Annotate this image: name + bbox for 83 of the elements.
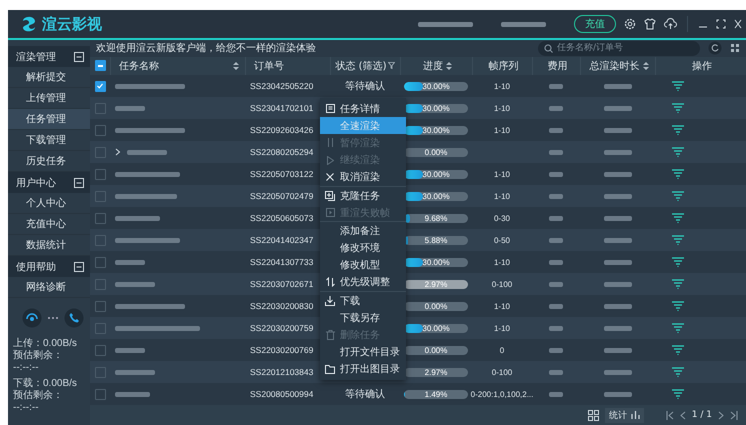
group-label: 用户中心 xyxy=(16,176,56,190)
frame-range: 0-100 xyxy=(492,368,512,376)
menu-item[interactable]: 克隆任务 xyxy=(320,186,406,204)
order-number: SS22041307733 xyxy=(250,257,314,267)
frame-range: 1-10 xyxy=(494,104,510,112)
progress-text: 30.00% xyxy=(421,258,451,266)
remaining-label: 预估剩余： xyxy=(13,350,64,362)
frame-range: 1-10 xyxy=(494,126,510,134)
status-text: 等待确认 xyxy=(345,80,385,93)
order-number: SS22050703122 xyxy=(250,169,314,179)
status-text: 等待确认 xyxy=(345,388,385,401)
order-number: SS22041402347 xyxy=(250,235,314,245)
transfer-speed: 下载：0.00B/s xyxy=(13,378,78,390)
column-header[interactable]: 费用 xyxy=(548,58,568,73)
progress-text: 0.00% xyxy=(424,148,448,156)
frame-range: 0-30 xyxy=(494,214,510,222)
column-header[interactable]: 帧序列 xyxy=(488,58,518,73)
frame-range: 1-10 xyxy=(494,302,510,310)
menu-item[interactable]: 打开文件目录 xyxy=(320,344,406,361)
sidebar-group-header[interactable]: 用户中心 xyxy=(8,172,90,193)
transfer-speed: 上传：0.00B/s xyxy=(13,338,78,350)
frame-range: 0 xyxy=(500,346,504,354)
order-number: SS22030702671 xyxy=(250,279,314,289)
progress-text: 30.00% xyxy=(421,192,451,200)
order-number: SS22050702479 xyxy=(250,191,314,201)
menu-item[interactable]: 添加备注 xyxy=(320,222,406,240)
remaining-label: 预估剩余： xyxy=(13,390,64,402)
progress-text: 0.00% xyxy=(424,346,448,354)
page-indicator: 1 / 1 xyxy=(692,410,712,420)
menu-item[interactable]: 修改机型 xyxy=(320,256,406,274)
frame-range: 0-200:1,0,100,2... xyxy=(470,390,534,398)
frame-range: 0-100 xyxy=(492,280,512,288)
order-number: SS22012103843 xyxy=(250,367,314,377)
order-number: SS22050605073 xyxy=(250,213,314,223)
group-label: 渲染管理 xyxy=(16,50,56,64)
progress-text: 2.97% xyxy=(424,280,448,288)
column-header[interactable]: 任务名称 xyxy=(119,58,159,73)
menu-item[interactable]: 下载 xyxy=(320,292,406,310)
stats-button[interactable]: 统计 xyxy=(604,408,644,422)
menu-item[interactable]: 下载另存 xyxy=(320,309,406,326)
order-number: SS22030200769 xyxy=(250,345,314,355)
progress-text: 30.00% xyxy=(421,126,451,134)
topup-button[interactable]: 充值 xyxy=(574,15,616,33)
order-number: SS23041702101 xyxy=(250,103,314,113)
menu-item[interactable]: 优先级调整 xyxy=(320,274,406,292)
progress-text: 0.00% xyxy=(424,302,448,310)
menu-item[interactable]: 修改环境 xyxy=(320,240,406,257)
remaining-time: --:--:-- xyxy=(13,362,40,374)
sidebar-group-header[interactable]: 渲染管理 xyxy=(8,46,90,67)
app-name: 渲云影视 xyxy=(42,14,102,34)
remaining-time: --:--:-- xyxy=(13,402,40,414)
order-number: SS23042505220 xyxy=(250,81,314,91)
progress-text: 30.00% xyxy=(421,324,451,332)
sidebar-group-header[interactable]: 使用帮助 xyxy=(8,256,90,277)
order-number: SS22092603426 xyxy=(250,125,314,135)
frame-range: 0-50 xyxy=(494,236,510,244)
order-number: SS22030200759 xyxy=(250,323,314,333)
column-header[interactable]: 状态 (筛选) xyxy=(336,58,386,73)
order-number: SS22080205294 xyxy=(250,147,314,157)
frame-range: 1-10 xyxy=(494,192,510,200)
progress-text: 1.49% xyxy=(424,390,448,398)
menu-item[interactable]: 取消渲染 xyxy=(320,168,406,186)
frame-range: 1-10 xyxy=(494,82,510,90)
progress-text: 30.00% xyxy=(421,170,451,178)
frame-range: 1-10 xyxy=(494,170,510,178)
column-header[interactable]: 操作 xyxy=(692,58,712,73)
column-header[interactable]: 订单号 xyxy=(254,58,284,73)
progress-text: 30.00% xyxy=(421,104,451,112)
progress-text: 2.97% xyxy=(424,368,448,376)
group-label: 使用帮助 xyxy=(16,260,56,274)
frame-range: 1-10 xyxy=(494,324,510,332)
progress-text: 5.88% xyxy=(424,236,448,244)
welcome-message: 欢迎使用渲云新版客户端，给您不一样的渲染体验 xyxy=(96,42,317,56)
order-number: SS20080500994 xyxy=(250,389,314,399)
progress-text: 30.00% xyxy=(421,82,451,90)
sidebar-item[interactable]: 任务管理 xyxy=(8,109,90,130)
column-header[interactable]: 总渲染时长 xyxy=(590,58,640,73)
frame-range: 1-10 xyxy=(494,258,510,266)
menu-item[interactable]: 任务详情 xyxy=(320,100,406,118)
progress-text: 9.68% xyxy=(424,214,448,222)
column-header[interactable]: 进度 xyxy=(423,58,443,73)
order-number: SS22030200830 xyxy=(250,301,314,311)
menu-item[interactable]: 打开出图目录 xyxy=(320,360,406,378)
